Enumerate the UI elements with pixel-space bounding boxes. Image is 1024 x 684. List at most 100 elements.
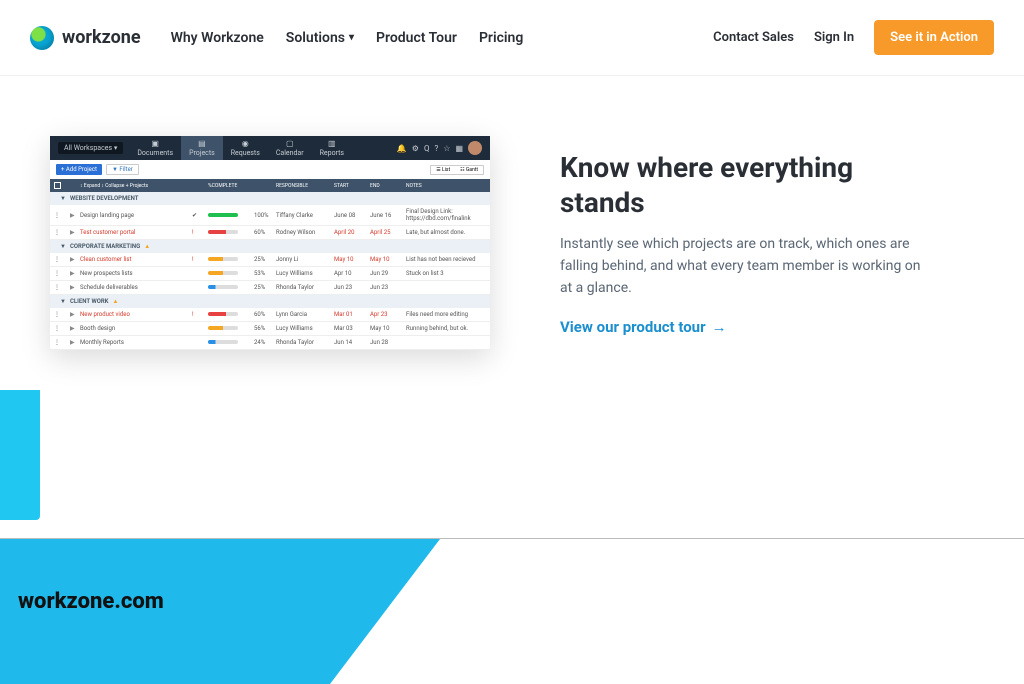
expand-icon: ▶ bbox=[70, 339, 78, 346]
hero-copy: Know where everything stands Instantly s… bbox=[560, 150, 930, 335]
view-toggle[interactable]: ☰ List ☷ Gantt bbox=[430, 165, 484, 175]
avatar[interactable] bbox=[468, 141, 482, 155]
star-icon[interactable]: ☆ bbox=[443, 144, 450, 153]
hero-section: All Workspaces ▾ ▣Documents ▤Projects ◉R… bbox=[0, 75, 1024, 390]
progress-bar bbox=[208, 230, 238, 234]
logo-mark-icon bbox=[30, 26, 54, 50]
cta-button[interactable]: See it in Action bbox=[874, 20, 994, 55]
end-date: June 16 bbox=[370, 212, 404, 219]
notes: Stuck on list 3 bbox=[406, 270, 486, 277]
notes: Files need more editing bbox=[406, 311, 486, 318]
task-name: New product video bbox=[80, 311, 190, 318]
section-header[interactable]: ▼ CORPORATE MARKETING ▲ bbox=[50, 240, 490, 253]
table-row[interactable]: ⋮ ▶ Monthly Reports 24% Rhonda Taylor Ju… bbox=[50, 336, 490, 350]
expand-icon: ▶ bbox=[70, 256, 78, 263]
progress-bar bbox=[208, 340, 238, 344]
section-header[interactable]: ▼ CLIENT WORK ▲ bbox=[50, 295, 490, 308]
nav-why[interactable]: Why Workzone bbox=[171, 30, 264, 46]
task-name: Clean customer list bbox=[80, 256, 190, 263]
pct-complete: 53% bbox=[254, 270, 274, 277]
end-date: Jun 23 bbox=[370, 284, 404, 291]
warning-icon: ▲ bbox=[144, 243, 150, 250]
tab-reports[interactable]: ▥Reports bbox=[312, 136, 352, 160]
start-date: Apr 10 bbox=[334, 270, 368, 277]
section-header[interactable]: ▼ WEBSITE DEVELOPMENT bbox=[50, 192, 490, 205]
workspace-selector[interactable]: All Workspaces ▾ bbox=[58, 142, 123, 154]
footer-banner: workzone.com bbox=[0, 538, 1024, 683]
table-row[interactable]: ⋮ ▶ Clean customer list ! 25% Jonny Li M… bbox=[50, 253, 490, 267]
start-date: Mar 01 bbox=[334, 311, 368, 318]
responsible: Lucy Williams bbox=[276, 270, 332, 277]
product-tour-link[interactable]: View our product tour → bbox=[560, 318, 930, 336]
projects-icon: ▤ bbox=[198, 139, 206, 148]
nav-contact[interactable]: Contact Sales bbox=[713, 30, 794, 45]
pct-complete: 25% bbox=[254, 256, 274, 263]
warning-icon: ▲ bbox=[113, 298, 119, 305]
start-date: Jun 23 bbox=[334, 284, 368, 291]
notes: Running behind, but ok. bbox=[406, 325, 486, 332]
table-row[interactable]: ⋮ ▶ Schedule deliverables 25% Rhonda Tay… bbox=[50, 281, 490, 295]
table-row[interactable]: ⋮ ▶ Design landing page ✔ 100% Tiffany C… bbox=[50, 205, 490, 226]
gear-icon[interactable]: ⚙ bbox=[412, 144, 419, 153]
status-icon: ! bbox=[192, 229, 206, 236]
hero-title: Know where everything stands bbox=[560, 150, 930, 220]
tab-documents[interactable]: ▣Documents bbox=[129, 136, 181, 160]
table-row[interactable]: ⋮ ▶ Booth design 56% Lucy Williams Mar 0… bbox=[50, 322, 490, 336]
table-row[interactable]: ⋮ ▶ New product video ! 60% Lynn Garcia … bbox=[50, 308, 490, 322]
start-date: April 20 bbox=[334, 229, 368, 236]
tab-requests[interactable]: ◉Requests bbox=[223, 136, 268, 160]
end-date: May 10 bbox=[370, 256, 404, 263]
expand-icon: ▶ bbox=[70, 229, 78, 236]
end-date: Apr 23 bbox=[370, 311, 404, 318]
app-topbar: All Workspaces ▾ ▣Documents ▤Projects ◉R… bbox=[50, 136, 490, 160]
start-date: May 10 bbox=[334, 256, 368, 263]
filter-button[interactable]: ▼ Filter bbox=[106, 164, 139, 175]
progress-bar bbox=[208, 257, 238, 261]
task-name: Design landing page bbox=[80, 212, 190, 219]
progress-bar bbox=[208, 326, 238, 330]
tab-calendar[interactable]: ▢Calendar bbox=[268, 136, 312, 160]
tab-projects[interactable]: ▤Projects bbox=[181, 136, 223, 160]
responsible: Jonny Li bbox=[276, 256, 332, 263]
brand-logo[interactable]: workzone bbox=[30, 26, 141, 50]
progress-bar bbox=[208, 271, 238, 275]
responsible: Lynn Garcia bbox=[276, 311, 332, 318]
pct-complete: 25% bbox=[254, 284, 274, 291]
notes: Late, but almost done. bbox=[406, 229, 486, 236]
search-icon[interactable]: Q bbox=[424, 144, 430, 153]
primary-nav: Why Workzone Solutions ▾ Product Tour Pr… bbox=[171, 30, 524, 46]
end-date: April 25 bbox=[370, 229, 404, 236]
nav-signin[interactable]: Sign In bbox=[814, 30, 854, 45]
end-date: Jun 29 bbox=[370, 270, 404, 277]
nav-right: Contact Sales Sign In See it in Action bbox=[713, 20, 994, 55]
brand-name: workzone bbox=[62, 27, 141, 48]
table-row[interactable]: ⋮ ▶ Test customer portal ! 60% Rodney Wi… bbox=[50, 226, 490, 240]
expand-icon: ▶ bbox=[70, 325, 78, 332]
expand-icon: ▶ bbox=[70, 311, 78, 318]
nav-product-tour[interactable]: Product Tour bbox=[376, 30, 457, 46]
table-row[interactable]: ⋮ ▶ New prospects lists 53% Lucy William… bbox=[50, 267, 490, 281]
start-date: Mar 03 bbox=[334, 325, 368, 332]
bell-icon[interactable]: 🔔 bbox=[397, 144, 407, 153]
task-name: New prospects lists bbox=[80, 270, 190, 277]
select-all-checkbox[interactable] bbox=[54, 182, 61, 189]
app-tabs: ▣Documents ▤Projects ◉Requests ▢Calendar… bbox=[129, 136, 352, 160]
pct-complete: 100% bbox=[254, 212, 274, 219]
list-view[interactable]: ☰ List bbox=[431, 166, 455, 174]
pct-complete: 24% bbox=[254, 339, 274, 346]
app-toolbar: + Add Project ▼ Filter ☰ List ☷ Gantt bbox=[50, 160, 490, 179]
end-date: May 10 bbox=[370, 325, 404, 332]
grid-icon[interactable]: ▦ bbox=[455, 144, 463, 153]
app-screenshot: All Workspaces ▾ ▣Documents ▤Projects ◉R… bbox=[50, 136, 490, 350]
site-header: workzone Why Workzone Solutions ▾ Produc… bbox=[0, 0, 1024, 75]
gantt-view[interactable]: ☷ Gantt bbox=[455, 166, 483, 174]
folder-icon: ▣ bbox=[151, 139, 159, 148]
nav-pricing[interactable]: Pricing bbox=[479, 30, 523, 46]
responsible: Rhonda Taylor bbox=[276, 284, 332, 291]
end-date: Jun 28 bbox=[370, 339, 404, 346]
notes: Final Design Link: https://dbd.com/final… bbox=[406, 208, 486, 222]
arrow-right-icon: → bbox=[712, 318, 727, 336]
nav-solutions[interactable]: Solutions ▾ bbox=[286, 30, 354, 46]
add-project-button[interactable]: + Add Project bbox=[56, 164, 102, 175]
help-icon[interactable]: ? bbox=[434, 144, 438, 153]
